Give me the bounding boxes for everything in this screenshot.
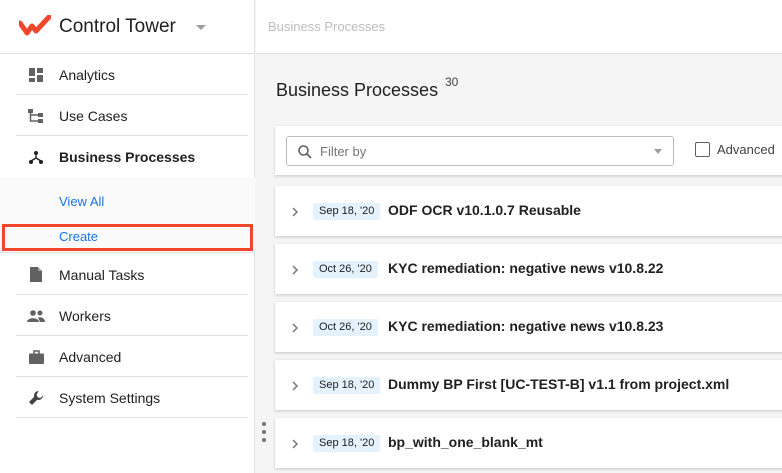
advanced-checkbox[interactable] — [695, 142, 710, 157]
app-title: Control Tower — [59, 15, 176, 37]
date-badge: Sep 18, '20 — [313, 377, 381, 394]
sidebar-item-label: Workers — [59, 307, 111, 324]
sidebar-item-manual-tasks[interactable]: Manual Tasks — [0, 254, 248, 295]
dashboard-icon — [27, 66, 45, 84]
sidebar-resize-handle[interactable] — [261, 422, 267, 442]
list-item[interactable]: Sep 18, '20 bp_with_one_blank_mt — [275, 418, 782, 468]
chevron-right-icon[interactable] — [291, 379, 299, 391]
people-icon — [27, 307, 45, 325]
sidebar-item-system-settings[interactable]: System Settings — [0, 377, 248, 418]
wrench-icon — [27, 389, 45, 407]
document-icon — [27, 266, 45, 284]
date-badge: Oct 26, '20 — [313, 261, 378, 278]
list-item[interactable]: Sep 18, '20 ODF OCR v10.1.0.7 Reusable — [275, 186, 782, 236]
chevron-down-icon[interactable] — [195, 25, 206, 30]
hierarchy-icon — [27, 107, 45, 125]
divider — [16, 417, 248, 418]
sidebar-item-label: Manual Tasks — [59, 266, 145, 283]
process-name: ODF OCR v10.1.0.7 Reusable — [388, 202, 581, 218]
create-highlight-outline — [2, 224, 253, 251]
date-badge: Sep 18, '20 — [313, 435, 381, 452]
search-icon — [297, 144, 313, 160]
process-icon — [27, 148, 45, 166]
advanced-label[interactable]: Advanced — [717, 142, 775, 157]
filter-placeholder: Filter by — [320, 144, 367, 159]
sidebar-item-label: Advanced — [59, 348, 122, 365]
top-bar: Business Processes — [256, 0, 782, 54]
list-item[interactable]: Oct 26, '20 KYC remediation: negative ne… — [275, 302, 782, 352]
chevron-right-icon[interactable] — [291, 437, 299, 449]
sidebar-item-label: System Settings — [59, 389, 161, 406]
logo-icon — [19, 14, 51, 39]
list-item[interactable]: Sep 18, '20 Dummy BP First [UC-TEST-B] v… — [275, 360, 782, 410]
count-badge: 30 — [445, 75, 459, 89]
process-name: Dummy BP First [UC-TEST-B] v1.1 from pro… — [388, 376, 730, 392]
list-item[interactable]: Oct 26, '20 KYC remediation: negative ne… — [275, 244, 782, 294]
filter-bar: Filter by Advanced — [275, 126, 782, 175]
date-badge: Sep 18, '20 — [313, 203, 381, 220]
sidebar-item-workers[interactable]: Workers — [0, 295, 248, 336]
chevron-right-icon[interactable] — [291, 321, 299, 333]
breadcrumb[interactable]: Business Processes — [268, 19, 385, 34]
sidebar-item-label: Use Cases — [59, 107, 128, 124]
chevron-right-icon[interactable] — [291, 263, 299, 275]
process-name: bp_with_one_blank_mt — [388, 434, 543, 450]
sidebar-item-business-processes[interactable]: Business Processes — [0, 136, 248, 177]
sidebar-item-advanced[interactable]: Advanced — [0, 336, 248, 377]
date-badge: Oct 26, '20 — [313, 319, 378, 336]
process-name: KYC remediation: negative news v10.8.23 — [388, 318, 664, 334]
submenu-view-all-link[interactable]: View All — [59, 194, 104, 209]
app-header[interactable]: Control Tower — [0, 0, 254, 54]
sidebar-item-use-cases[interactable]: Use Cases — [0, 95, 248, 136]
chevron-right-icon[interactable] — [291, 205, 299, 217]
sidebar-item-analytics[interactable]: Analytics — [0, 54, 248, 95]
chevron-down-icon[interactable] — [654, 149, 662, 154]
process-name: KYC remediation: negative news v10.8.22 — [388, 260, 664, 276]
page-title: Business Processes — [276, 80, 439, 100]
sidebar-item-label: Analytics — [59, 66, 116, 83]
filter-input[interactable]: Filter by — [286, 136, 674, 166]
sidebar-item-label: Business Processes — [59, 148, 196, 165]
briefcase-icon — [27, 348, 45, 366]
